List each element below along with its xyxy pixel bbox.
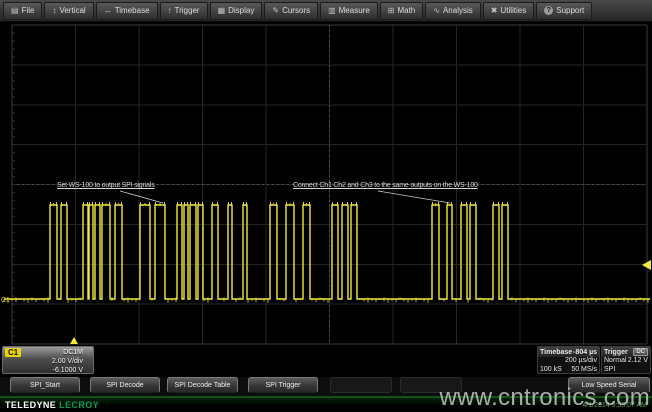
file-icon: ▤: [11, 7, 19, 15]
menu-trigger[interactable]: ↑Trigger: [160, 2, 208, 20]
timebase-descriptor[interactable]: Timebase -804 µs 200 µs/div 100 kS 50 MS…: [537, 346, 600, 374]
trigger-icon: ↑: [168, 7, 172, 15]
brand-logo: TELEDYNE LECROY: [5, 400, 99, 410]
trigger-descriptor[interactable]: Trigger DC Normal 2.12 V SPI: [601, 346, 651, 374]
menu-vertical-label: Vertical: [59, 6, 85, 15]
display-icon: ▦: [218, 7, 226, 15]
timebase-label: Timebase: [540, 349, 572, 356]
menu-vertical[interactable]: ↕Vertical: [44, 2, 93, 20]
trigger-level: 2.12 V: [628, 357, 648, 366]
c1-badge: C1: [5, 348, 21, 357]
math-icon: ⊞: [388, 7, 395, 15]
menu-math[interactable]: ⊞Math: [380, 2, 424, 20]
timebase-delay: -804 µs: [573, 349, 597, 356]
cursors-icon: ✎: [272, 7, 279, 15]
vertical-icon: ↕: [52, 7, 56, 15]
oscilloscope-screen: ▤File↕Vertical↔Timebase↑Trigger▦Display✎…: [0, 0, 652, 412]
spi-decode-button[interactable]: SPI Decode: [90, 377, 160, 393]
timebase-samples: 100 kS: [540, 366, 562, 375]
descriptor-row: C1 DC1M 2.00 V/div -6.1000 V Timebase -8…: [0, 345, 652, 376]
utilities-icon: ✖: [491, 7, 498, 15]
menu-file[interactable]: ▤File: [3, 2, 42, 20]
menu-timebase-label: Timebase: [115, 6, 150, 15]
menu-analysis-label: Analysis: [443, 6, 473, 15]
menu-analysis[interactable]: ∿Analysis: [425, 2, 481, 20]
analysis-icon: ∿: [433, 7, 440, 15]
spi-decode-table-button[interactable]: SPI Decode Table: [167, 377, 238, 393]
c1-waveform: [4, 205, 650, 299]
menu-display-label: Display: [228, 6, 254, 15]
brand-lecroy: LECROY: [59, 400, 99, 410]
trigger-coupling-chip: DC: [633, 348, 648, 356]
annotation-connect-channels: Connect Ch1 Ch2 and Ch3 to the same outp…: [293, 182, 478, 189]
menu-utilities[interactable]: ✖Utilities: [483, 2, 534, 20]
c1-coupling: DC1M: [63, 349, 83, 356]
timebase-icon: ↔: [104, 7, 112, 15]
waveform-area: C1 Set WS-100 to output SPI signals Conn…: [0, 22, 652, 345]
measure-icon: ▥: [328, 7, 336, 15]
spi-start-button[interactable]: SPI_Start: [10, 377, 80, 393]
menu-measure[interactable]: ▥Measure: [320, 2, 378, 20]
annotation-set-ws100: Set WS-100 to output SPI signals: [57, 182, 155, 189]
menu-measure-label: Measure: [339, 6, 370, 15]
spi-trigger-button[interactable]: SPI Trigger: [248, 377, 318, 393]
c1-scale: 2.00 V/div: [3, 357, 93, 366]
watermark: www.cntronics.com: [440, 384, 650, 412]
menu-cursors[interactable]: ✎Cursors: [264, 2, 318, 20]
menu-display[interactable]: ▦Display: [210, 2, 263, 20]
c1-trace-label: C1: [1, 297, 10, 304]
menu-timebase[interactable]: ↔Timebase: [96, 2, 158, 20]
menu-cursors-label: Cursors: [282, 6, 310, 15]
menu-utilities-label: Utilities: [500, 6, 526, 15]
timebase-per-div: 200 µs/div: [565, 357, 597, 366]
trigger-position-marker[interactable]: [70, 337, 78, 344]
menu-support[interactable]: ?Support: [536, 2, 592, 20]
empty-button-slot: [330, 377, 392, 393]
channel-descriptor-c1[interactable]: C1 DC1M 2.00 V/div -6.1000 V: [2, 346, 94, 374]
menu-math-label: Math: [397, 6, 415, 15]
brand-teledyne: TELEDYNE: [5, 400, 56, 410]
menu-trigger-label: Trigger: [175, 6, 200, 15]
menu-bar: ▤File↕Vertical↔Timebase↑Trigger▦Display✎…: [0, 0, 652, 22]
trigger-mode: Normal: [604, 357, 627, 366]
menu-file-label: File: [22, 6, 35, 15]
timebase-rate: 50 MS/s: [571, 366, 597, 375]
menu-support-label: Support: [556, 6, 584, 15]
support-icon: ?: [544, 6, 553, 15]
c1-offset: -6.1000 V: [3, 366, 93, 375]
trigger-label: Trigger: [604, 349, 628, 356]
trigger-type: SPI: [604, 366, 615, 375]
